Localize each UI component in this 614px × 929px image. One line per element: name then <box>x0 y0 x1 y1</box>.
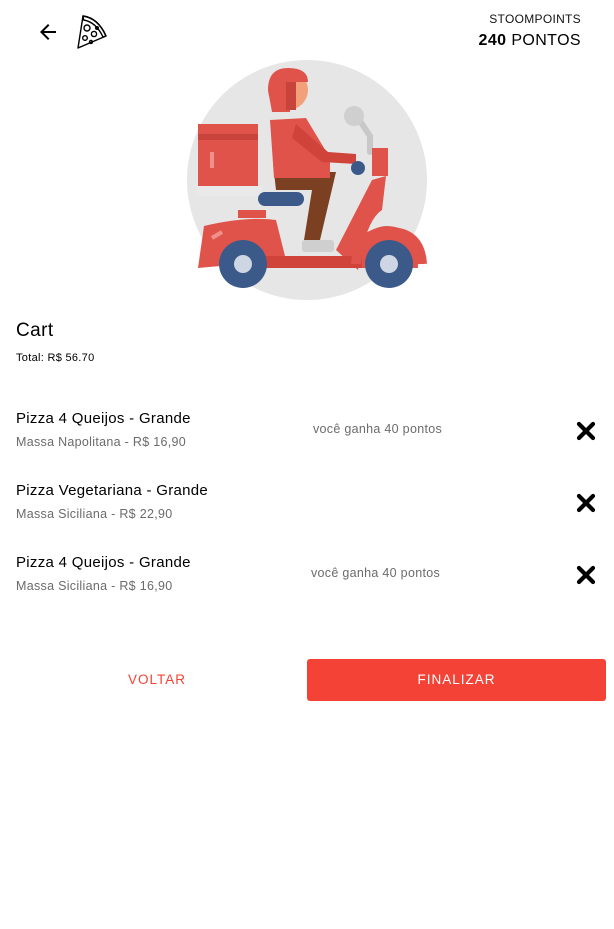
points-label: STOOMPOINTS <box>489 12 581 26</box>
points-number: 240 <box>478 32 507 49</box>
cart-item: Pizza 4 Queijos - Grande Massa Siciliana… <box>0 554 614 604</box>
cart-item-details: Massa Napolitana - R$ 16,90 <box>16 435 186 449</box>
points-unit: PONTOS <box>511 32 581 49</box>
cart-item-name: Pizza 4 Queijos - Grande <box>16 554 191 571</box>
back-button[interactable]: VOLTAR <box>8 659 306 701</box>
cart-item: Pizza 4 Queijos - Grande Massa Napolitan… <box>0 410 614 460</box>
close-icon <box>576 493 596 513</box>
cart-item-points: você ganha 40 pontos <box>311 566 441 580</box>
cart-item-name: Pizza Vegetariana - Grande <box>16 482 209 499</box>
points-value: 240 PONTOS <box>479 32 581 50</box>
cart-total: Total: R$ 56.70 <box>16 352 95 364</box>
arrow-left-icon <box>40 24 56 40</box>
remove-item-button[interactable] <box>575 564 597 586</box>
delivery-scooter-illustration <box>186 60 428 300</box>
pizza-slice-icon <box>70 12 110 52</box>
cart-item-points: você ganha 40 pontos <box>313 422 443 436</box>
cart-title: Cart <box>16 320 54 341</box>
app-header: STOOMPOINTS 240 PONTOS <box>0 0 614 64</box>
cart-item-details: Massa Siciliana - R$ 16,90 <box>16 579 173 593</box>
cart-item-name: Pizza 4 Queijos - Grande <box>16 410 191 427</box>
remove-item-button[interactable] <box>575 492 597 514</box>
cart-item-details: Massa Siciliana - R$ 22,90 <box>16 507 173 521</box>
back-arrow-button[interactable] <box>36 20 60 44</box>
remove-item-button[interactable] <box>575 420 597 442</box>
finish-order-button[interactable]: FINALIZAR <box>307 659 606 701</box>
close-icon <box>576 421 596 441</box>
close-icon <box>576 565 596 585</box>
points-display: STOOMPOINTS 240 PONTOS <box>479 12 581 50</box>
cart-item: Pizza Vegetariana - Grande Massa Sicilia… <box>0 482 614 532</box>
